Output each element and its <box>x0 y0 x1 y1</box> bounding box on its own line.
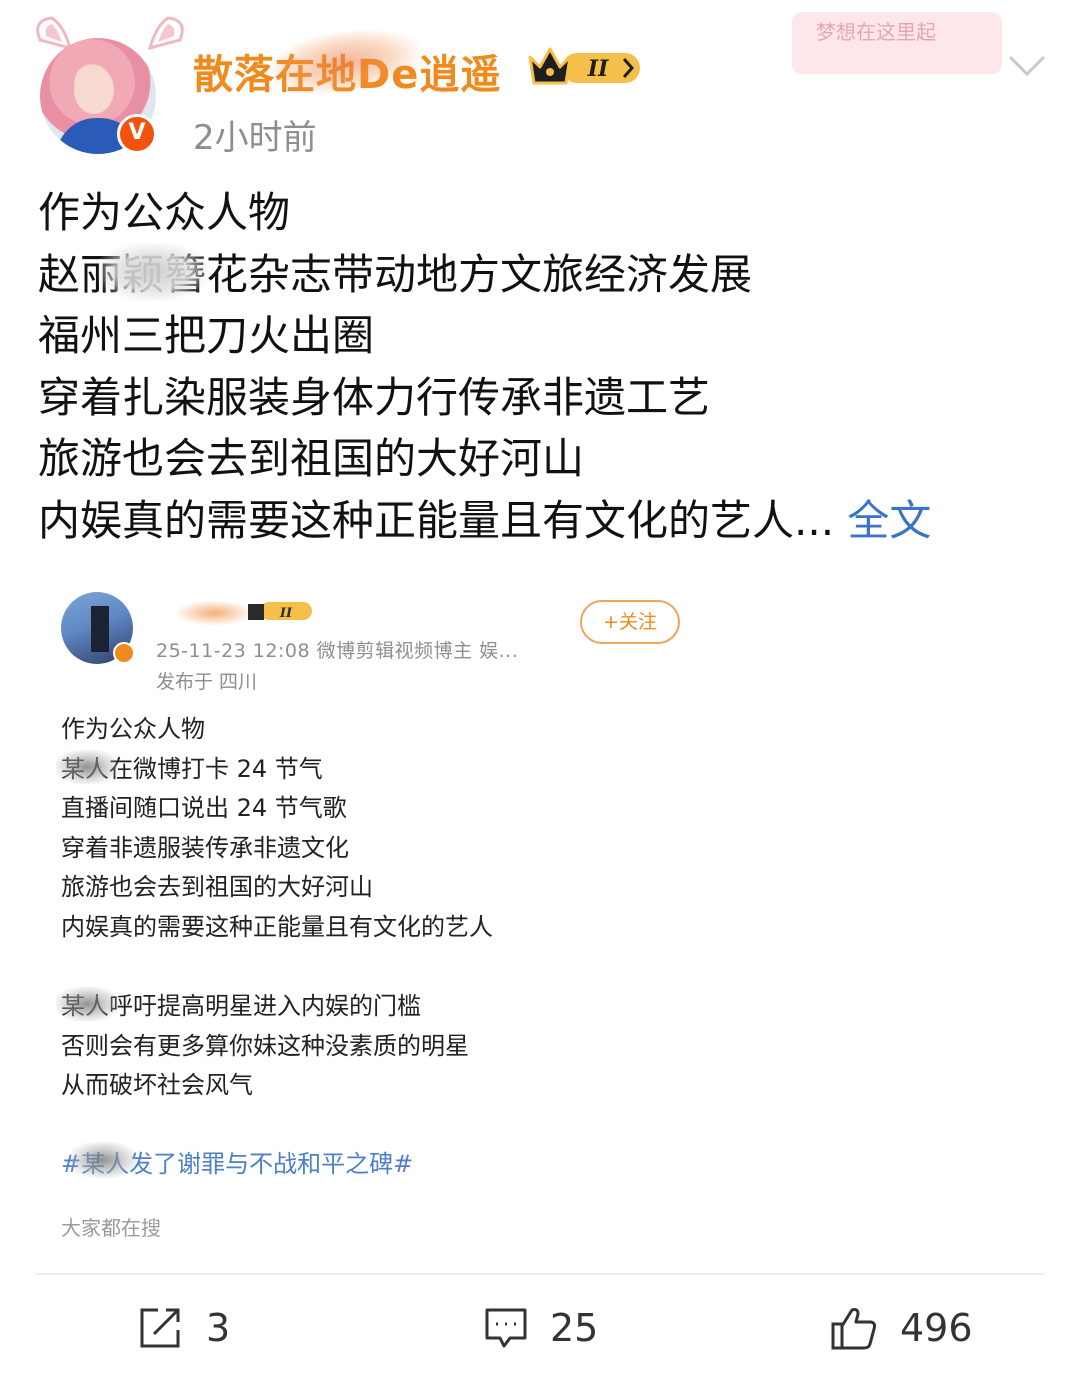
embedded-avatar-figure <box>91 606 109 652</box>
embedded-line: 内娱真的需要这种正能量且有文化的艺人 <box>61 912 493 941</box>
comment-button[interactable]: 25 <box>484 1300 598 1356</box>
embedded-line: 否则会有更多算你妹这种没素质的明星 <box>61 1031 469 1060</box>
footer-divider <box>36 1273 1044 1275</box>
embedded-name-redaction <box>56 987 118 1021</box>
embedded-level-badge: II <box>279 606 293 621</box>
post-line: 穿着扎染服装身体力行传承非遗工艺 <box>38 372 711 422</box>
post-timestamp: 2小时前 <box>193 118 317 158</box>
avatar-face <box>74 66 114 114</box>
embedded-crown-icon: II <box>248 602 312 621</box>
embedded-line: 旅游也会去到祖国的大好河山 <box>61 873 373 902</box>
like-icon <box>831 1308 877 1350</box>
post-line: 作为公众人物 <box>38 188 291 237</box>
post-line: 旅游也会去到祖国的大好河山 <box>38 434 585 484</box>
embedded-line: 穿着非遗服装传承非遗文化 <box>61 833 349 862</box>
name-redaction <box>98 243 208 301</box>
embedded-line: 某人在微博打卡 24 节气 <box>61 754 323 783</box>
chevron-down-icon[interactable] <box>1007 52 1047 80</box>
embedded-meta-time: 25-11-23 12:08 微博剪辑视频博主 娱... <box>156 640 519 662</box>
level-badge: II <box>587 56 609 82</box>
embedded-line: 作为公众人物 <box>61 715 205 743</box>
like-count: 496 <box>900 1306 973 1350</box>
verified-badge-icon: V <box>117 114 157 154</box>
embedded-line: 从而破坏社会风气 <box>61 1071 253 1100</box>
post-text: 作为公众人物 赵丽颖簪花杂志带动地方文旅经济发展 福州三把刀火出圈 穿着扎染服装… <box>38 182 931 552</box>
post-line: 福州三把刀火出圈 <box>38 311 375 361</box>
corner-decoration-tag: 梦想在这里起 <box>792 12 1002 74</box>
repost-count: 3 <box>206 1306 231 1350</box>
comment-count: 25 <box>550 1306 599 1350</box>
embedded-line: 某人呼吁提高明星进入内娱的门槛 <box>61 992 421 1021</box>
comment-icon <box>485 1308 527 1348</box>
post-last-line: 内娱真的需要这种正能量且有文化的艺人... 全文 <box>38 490 931 552</box>
everyone-searching-label[interactable]: 大家都在搜 <box>61 1212 161 1241</box>
hashtag-redaction <box>70 1142 136 1178</box>
embedded-screenshot[interactable]: II 25-11-23 12:08 微博剪辑视频博主 娱... 发布于 四川 +… <box>36 572 1044 1252</box>
repost-button[interactable]: 3 <box>136 1300 230 1356</box>
full-text-link[interactable]: 全文 <box>847 496 931 545</box>
embedded-username-redaction <box>174 600 254 626</box>
post-line: 内娱真的需要这种正能量且有文化的艺人... <box>38 495 835 545</box>
like-button[interactable]: 496 <box>830 1300 973 1356</box>
embedded-line <box>61 948 493 988</box>
repost-icon <box>140 1308 180 1348</box>
embedded-verified-icon <box>113 642 135 664</box>
follow-button[interactable]: +关注 <box>580 600 680 644</box>
embedded-body: 作为公众人物 某人在微博打卡 24 节气 直播间随口说出 24 节气歌 穿着非遗… <box>61 710 493 1106</box>
embedded-meta-location: 发布于 四川 <box>156 671 258 693</box>
embedded-line: 直播间随口说出 24 节气歌 <box>61 794 347 823</box>
crown-icon: II <box>528 47 640 85</box>
embedded-name-redaction <box>56 750 118 784</box>
